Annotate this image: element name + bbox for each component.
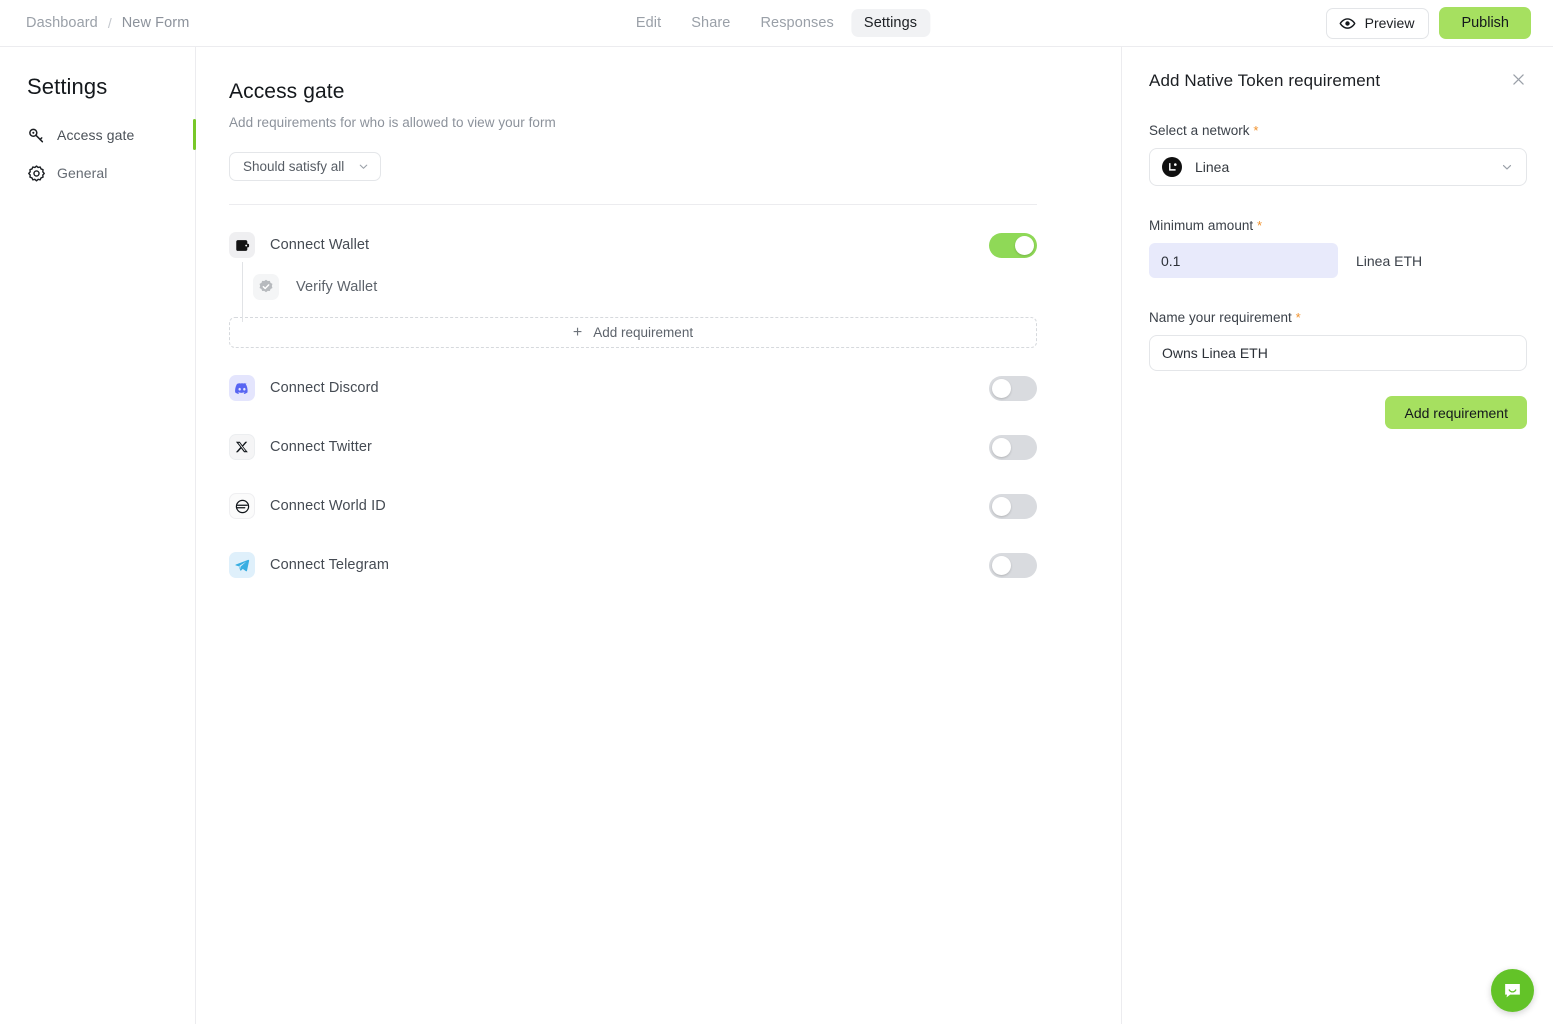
gear-icon (27, 164, 46, 183)
add-requirement-label: Add requirement (593, 325, 694, 340)
settings-sidebar: Settings Access gate General (0, 47, 196, 1024)
required-marker: * (1295, 310, 1301, 325)
top-bar: Dashboard / New Form Edit Share Response… (0, 0, 1553, 47)
x-twitter-icon (229, 434, 255, 460)
page-subtitle: Add requirements for who is allowed to v… (229, 115, 556, 130)
satisfy-mode-value: Should satisfy all (243, 159, 345, 174)
telegram-icon (229, 552, 255, 578)
requirement-row-connect-world-id[interactable]: Connect World ID (229, 487, 1037, 525)
world-id-icon (229, 493, 255, 519)
toggle-knob (992, 378, 1011, 398)
eye-icon (1339, 15, 1356, 32)
requirement-row-connect-twitter[interactable]: Connect Twitter (229, 428, 1037, 466)
amount-row: Linea ETH (1149, 243, 1527, 278)
top-tabs: Edit Share Responses Settings (623, 9, 931, 37)
breadcrumb-separator: / (107, 15, 112, 31)
toggle-knob (992, 555, 1011, 575)
publish-button[interactable]: Publish (1439, 7, 1531, 39)
wallet-icon (229, 232, 255, 258)
requirement-toggle-connect-discord[interactable] (989, 375, 1037, 401)
requirement-row-connect-telegram[interactable]: Connect Telegram (229, 546, 1037, 584)
chat-bubble-icon (1502, 980, 1523, 1001)
tab-responses[interactable]: Responses (747, 9, 846, 37)
sub-requirement-label: Verify Wallet (296, 279, 378, 295)
sidebar-item-label-general: General (57, 165, 108, 181)
panel-footer: Add requirement (1149, 396, 1527, 429)
requirement-label: Connect Twitter (270, 439, 372, 455)
tab-edit[interactable]: Edit (623, 9, 674, 37)
tree-connector-line (242, 262, 243, 322)
verified-badge-icon (253, 274, 279, 300)
requirement-toggle-connect-twitter[interactable] (989, 434, 1037, 460)
close-icon[interactable] (1510, 71, 1527, 88)
sub-requirements-connect-wallet: Verify Wallet (229, 262, 1086, 322)
breadcrumb-dashboard[interactable]: Dashboard (26, 15, 98, 31)
requirement-label: Connect Discord (270, 380, 379, 396)
add-requirement-button-inline[interactable]: + Add requirement (229, 317, 1037, 348)
toggle-knob (1015, 235, 1034, 255)
panel-header: Add Native Token requirement (1149, 71, 1527, 91)
amount-field-label: Minimum amount * (1149, 218, 1527, 233)
preview-button[interactable]: Preview (1325, 7, 1430, 39)
requirement-toggle-connect-world-id[interactable] (989, 493, 1037, 519)
sidebar-item-label-access-gate: Access gate (57, 127, 135, 143)
toggle-knob (992, 437, 1011, 457)
main-content: Access gate Add requirements for who is … (196, 47, 1121, 1024)
sub-requirement-row-verify-wallet[interactable]: Verify Wallet (253, 270, 1086, 304)
chevron-down-icon (357, 160, 370, 173)
requirement-row-connect-discord[interactable]: Connect Discord (229, 369, 1037, 407)
minimum-amount-input[interactable] (1149, 243, 1338, 278)
amount-unit-label: Linea ETH (1356, 252, 1423, 269)
tab-settings[interactable]: Settings (850, 9, 931, 37)
add-requirement-submit-button[interactable]: Add requirement (1385, 396, 1527, 429)
discord-icon (229, 375, 255, 401)
network-value: Linea (1195, 159, 1230, 175)
top-actions: Preview Publish (1325, 7, 1531, 39)
sidebar-item-general[interactable]: General (27, 160, 195, 186)
linea-logo-icon (1162, 157, 1182, 177)
app-root: Dashboard / New Form Edit Share Response… (0, 0, 1553, 1024)
name-label-text: Name your requirement (1149, 310, 1292, 325)
preview-button-label: Preview (1364, 15, 1415, 31)
required-marker: * (1257, 218, 1263, 233)
requirement-label: Connect Wallet (270, 237, 370, 253)
requirement-toggle-connect-wallet[interactable] (989, 232, 1037, 258)
add-requirement-panel: Add Native Token requirement Select a ne… (1121, 47, 1553, 1024)
breadcrumb: Dashboard / New Form (26, 15, 189, 31)
network-label-text: Select a network (1149, 123, 1250, 138)
tab-share[interactable]: Share (678, 9, 743, 37)
requirements-list: Connect Wallet Verify Wallet + Add requi… (229, 226, 1086, 584)
network-select[interactable]: Linea (1149, 148, 1527, 186)
requirement-label: Connect Telegram (270, 557, 390, 573)
satisfy-mode-select[interactable]: Should satisfy all (229, 152, 382, 181)
name-field-label: Name your requirement * (1149, 310, 1527, 325)
amount-label-text: Minimum amount (1149, 218, 1254, 233)
chevron-down-icon (1500, 160, 1514, 174)
requirement-name-input[interactable] (1149, 335, 1527, 371)
network-field-label: Select a network * (1149, 123, 1527, 138)
chat-widget-button[interactable] (1491, 969, 1534, 1012)
key-icon (27, 126, 46, 145)
plus-icon: + (572, 323, 583, 341)
sidebar-list: Access gate General (27, 119, 196, 186)
sidebar-item-access-gate[interactable]: Access gate (27, 119, 196, 150)
requirement-label: Connect World ID (270, 498, 386, 514)
requirement-toggle-connect-telegram[interactable] (989, 552, 1037, 578)
panel-title: Add Native Token requirement (1149, 71, 1381, 90)
toggle-knob (992, 496, 1011, 516)
required-marker: * (1253, 123, 1259, 138)
page-title: Access gate (229, 80, 345, 103)
requirement-row-connect-wallet[interactable]: Connect Wallet (229, 226, 1037, 264)
breadcrumb-current[interactable]: New Form (122, 15, 190, 31)
sidebar-title: Settings (27, 74, 108, 99)
section-divider (229, 204, 1037, 205)
